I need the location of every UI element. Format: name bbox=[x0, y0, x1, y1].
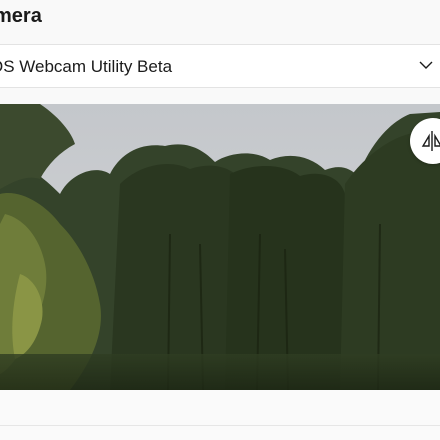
camera-preview bbox=[0, 104, 440, 390]
camera-settings-page: mera OS Webcam Utility Beta bbox=[0, 0, 440, 440]
settings-area-below bbox=[0, 390, 440, 440]
camera-dropdown[interactable]: OS Webcam Utility Beta bbox=[0, 44, 440, 88]
camera-dropdown-value: OS Webcam Utility Beta bbox=[0, 57, 173, 76]
camera-preview-image bbox=[0, 104, 440, 390]
flip-camera-icon bbox=[421, 131, 440, 151]
divider bbox=[0, 425, 440, 426]
section-title: mera bbox=[0, 5, 42, 27]
chevron-down-icon bbox=[419, 61, 433, 69]
